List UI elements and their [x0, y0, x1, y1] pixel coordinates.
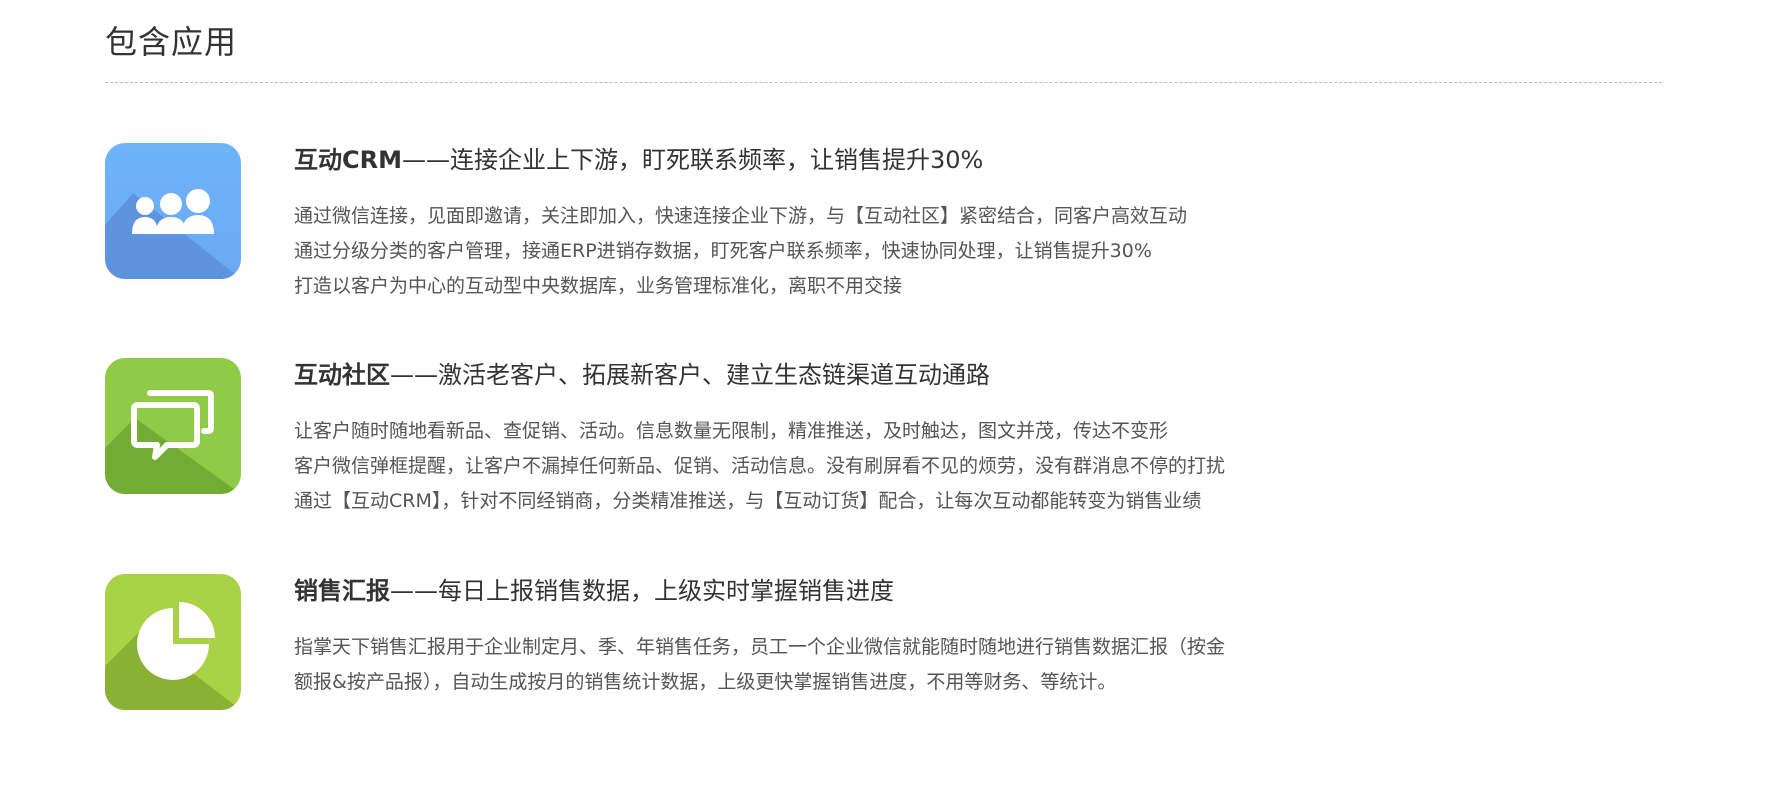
app-heading: 销售汇报——每日上报销售数据，上级实时掌握销售进度 [294, 574, 1404, 608]
app-item-crm: 互动CRM——连接企业上下游，盯死联系频率，让销售提升30% 通过微信连接，见面… [105, 143, 1405, 303]
chat-bubbles-icon [105, 358, 241, 494]
app-item-community: 互动社区——激活老客户、拓展新客户、建立生态链渠道互动通路 让客户随时随地看新品… [105, 358, 1405, 518]
app-item-sales-report: 销售汇报——每日上报销售数据，上级实时掌握销售进度 指掌天下销售汇报用于企业制定… [105, 574, 1405, 714]
app-tagline: 每日上报销售数据，上级实时掌握销售进度 [438, 577, 894, 605]
app-separator: —— [390, 577, 438, 605]
app-description: 让客户随时随地看新品、查促销、活动。信息数量无限制，精准推送，及时触达，图文并茂… [294, 414, 1404, 519]
description-line: 额报&按产品报），自动生成按月的销售统计数据，上级更快掌握销售进度，不用等财务、… [294, 671, 1117, 693]
app-tagline: 激活老客户、拓展新客户、建立生态链渠道互动通路 [438, 361, 990, 389]
app-heading: 互动CRM——连接企业上下游，盯死联系频率，让销售提升30% [294, 143, 1404, 177]
app-name: 互动社区 [294, 361, 390, 389]
app-description: 指掌天下销售汇报用于企业制定月、季、年销售任务，员工一个企业微信就能随时随地进行… [294, 630, 1404, 700]
app-name: 互动CRM [294, 146, 402, 174]
app-description: 通过微信连接，见面即邀请，关注即加入，快速连接企业下游，与【互动社区】紧密结合，… [294, 199, 1404, 304]
app-text-sales-report: 销售汇报——每日上报销售数据，上级实时掌握销售进度 指掌天下销售汇报用于企业制定… [294, 574, 1404, 700]
app-text-community: 互动社区——激活老客户、拓展新客户、建立生态链渠道互动通路 让客户随时随地看新品… [294, 358, 1404, 519]
app-name: 销售汇报 [294, 577, 390, 605]
description-line: 通过分级分类的客户管理，接通ERP进销存数据，盯死客户联系频率，快速协同处理，让… [294, 240, 1152, 262]
description-line: 指掌天下销售汇报用于企业制定月、季、年销售任务，员工一个企业微信就能随时随地进行… [294, 636, 1226, 658]
pie-chart-icon [105, 574, 241, 710]
included-apps-page: 包含应用 互动CRM——连接企业上下游，盯死联系频率，让销售提升30% 通过微信… [0, 0, 1769, 787]
section-title: 包含应用 [105, 23, 238, 61]
description-line: 让客户随时随地看新品、查促销、活动。信息数量无限制，精准推送，及时触达，图文并茂… [294, 420, 1169, 442]
app-separator: —— [401, 146, 450, 174]
app-text-crm: 互动CRM——连接企业上下游，盯死联系频率，让销售提升30% 通过微信连接，见面… [294, 143, 1404, 304]
description-line: 通过【互动CRM】，针对不同经销商，分类精准推送，与【互动订货】配合，让每次互动… [294, 490, 1202, 512]
section-divider [105, 82, 1662, 83]
description-line: 通过微信连接，见面即邀请，关注即加入，快速连接企业下游，与【互动社区】紧密结合，… [294, 205, 1188, 227]
users-group-icon [105, 143, 241, 279]
app-heading: 互动社区——激活老客户、拓展新客户、建立生态链渠道互动通路 [294, 358, 1404, 392]
description-line: 客户微信弹框提醒，让客户不漏掉任何新品、促销、活动信息。没有刷屏看不见的烦劳，没… [294, 455, 1226, 477]
app-separator: —— [390, 361, 438, 389]
description-line: 打造以客户为中心的互动型中央数据库，业务管理标准化，离职不用交接 [294, 275, 903, 297]
app-tagline: 连接企业上下游，盯死联系频率，让销售提升30% [449, 146, 984, 174]
